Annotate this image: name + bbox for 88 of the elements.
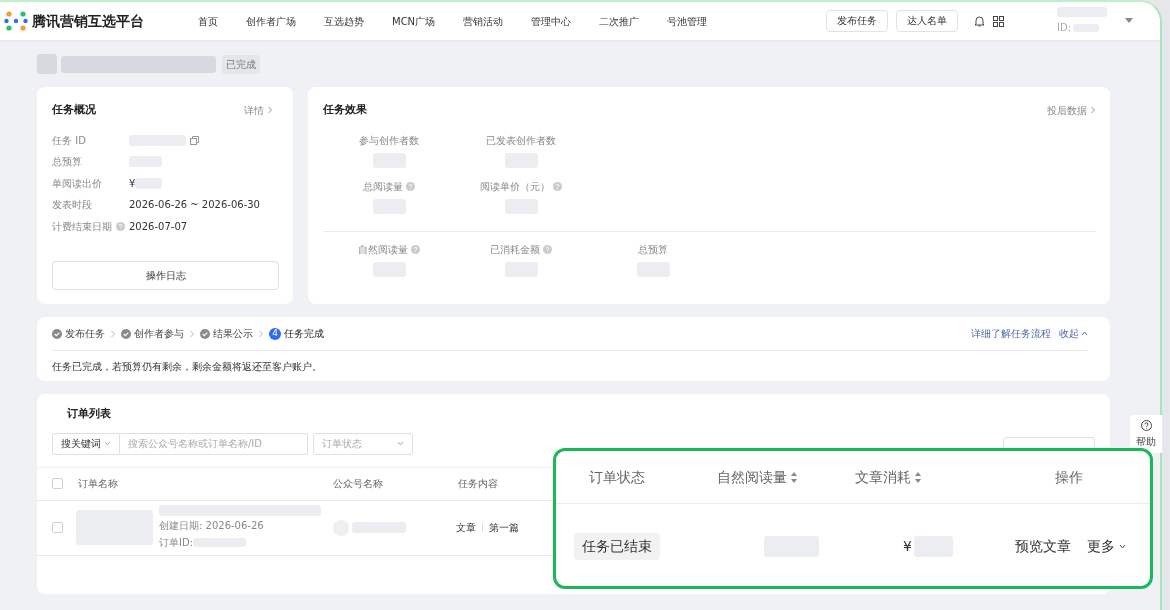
field-label: 总预算 (52, 155, 82, 170)
logo-text: 腾讯营销互选平台 (32, 11, 144, 31)
checkbox[interactable] (52, 478, 63, 489)
chevron-right-icon (110, 329, 116, 338)
chevron-right-icon (258, 329, 264, 338)
help-icon (553, 181, 562, 191)
status-tag: 任务已结束 (574, 532, 660, 560)
card-title: 任务概况 (52, 102, 96, 118)
bell-icon[interactable] (974, 15, 985, 27)
post-data-link[interactable]: 投后数据 (1047, 102, 1096, 118)
chevron-right-icon (1090, 106, 1096, 115)
column-header: 订单状态 (589, 467, 645, 487)
column-header: 文章消耗 (855, 467, 911, 487)
help-button[interactable]: 帮助 (1130, 415, 1162, 453)
help-icon (411, 244, 420, 254)
field-value: 2026-07-07 (129, 219, 188, 234)
nav-link[interactable]: 创作者广场 (246, 13, 296, 29)
status-tag: 已完成 (222, 54, 260, 74)
step-label: 结果公示 (213, 327, 253, 341)
step-number: 4 (269, 327, 281, 340)
help-icon (1140, 419, 1152, 431)
nav-link[interactable]: 营销活动 (463, 13, 504, 29)
nav-link[interactable]: 二次推广 (599, 13, 640, 29)
content-type: 文章 (456, 521, 476, 535)
logo-icon (4, 10, 28, 32)
column-header: 自然阅读量 (717, 467, 787, 487)
chevron-up-icon (1081, 331, 1088, 336)
chevron-right-icon (267, 106, 273, 115)
chevron-down-icon (1118, 543, 1126, 549)
sort-icon (790, 470, 798, 484)
chevron-right-icon (189, 329, 195, 338)
step-label: 任务完成 (284, 327, 324, 341)
log-button[interactable]: 操作日志 (52, 261, 279, 290)
copy-icon[interactable] (190, 135, 199, 145)
details-link[interactable]: 详情 (244, 102, 273, 118)
field-label: 发表时段 (52, 198, 92, 213)
column-header: 操作 (1055, 467, 1083, 487)
created-date: 创建日期: 2026-06-26 (159, 519, 265, 533)
nav-link[interactable]: 互选趋势 (324, 13, 364, 29)
nav-button[interactable]: 达人名单 (896, 10, 958, 32)
column-header: 公众号名称 (333, 477, 384, 491)
section-title: 订单列表 (67, 406, 112, 422)
blurred-value (37, 54, 57, 74)
metric-label: 已发表创作者数 (486, 133, 556, 148)
metric-label: 已消耗金额 (490, 242, 540, 257)
more-link[interactable]: 更多 (1086, 535, 1126, 557)
content-position: 第一篇 (489, 521, 519, 535)
grid-icon[interactable] (993, 15, 1004, 27)
metric-label: 参与创作者数 (359, 133, 419, 148)
sort-icon (914, 470, 922, 484)
id-label: ID: (1057, 21, 1072, 35)
check-circle-icon (121, 328, 131, 339)
help-icon (406, 181, 415, 191)
column-header: 任务内容 (458, 477, 499, 491)
nav-link[interactable]: 号池管理 (667, 13, 708, 29)
step-label: 发布任务 (65, 327, 105, 341)
keyword-select[interactable]: 搜关键词 (52, 432, 120, 455)
currency-symbol: ¥ (129, 176, 136, 191)
process-link[interactable]: 详细了解任务流程 (971, 326, 1051, 341)
field-value: 2026-06-26 ~ 2026-06-30 (129, 198, 260, 213)
chevron-down-icon (104, 441, 111, 446)
column-header: 订单名称 (78, 477, 119, 491)
collapse-link[interactable]: 收起 (1059, 326, 1088, 341)
preview-link[interactable]: 预览文章 (1014, 535, 1071, 557)
metric-label: 自然阅读量 (358, 242, 408, 257)
help-icon (116, 221, 125, 231)
nav-link[interactable]: 管理中心 (531, 13, 572, 29)
checkbox[interactable] (52, 522, 63, 533)
help-icon (543, 244, 552, 254)
check-circle-icon (200, 328, 210, 339)
card-title: 任务效果 (323, 102, 367, 118)
nav-link[interactable]: 首页 (198, 13, 218, 29)
caret-down-icon[interactable] (1125, 18, 1133, 24)
metric-label: 总预算 (638, 242, 668, 257)
currency-symbol: ¥ (903, 536, 912, 556)
field-label: 计费结束日期 (52, 219, 112, 234)
step-label: 创作者参与 (134, 327, 184, 341)
metric-label: 阅读单价（元） (480, 179, 550, 194)
search-field[interactable]: 搜索公众号名称或订单名称/ID (120, 432, 308, 455)
notice-text: 任务已完成，若预算仍有剩余，剩余金额将返还至客户账户。 (52, 360, 323, 374)
nav-button[interactable]: 发布任务 (826, 10, 888, 32)
metric-label: 总阅读量 (363, 179, 403, 194)
nav-link[interactable]: MCN广场 (392, 13, 436, 29)
field-label: 任务 ID (52, 133, 86, 148)
chevron-down-icon (397, 441, 404, 446)
order-id-label: 订单ID: (159, 536, 194, 550)
field-label: 单阅读出价 (52, 176, 102, 191)
check-circle-icon (52, 328, 62, 339)
